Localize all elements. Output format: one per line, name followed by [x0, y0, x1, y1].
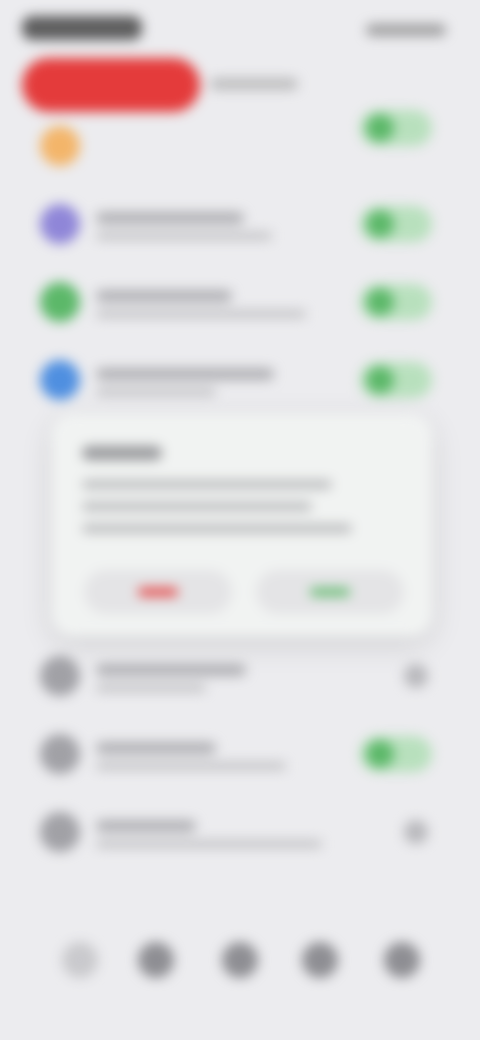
settings-list [0, 108, 480, 420]
nav-icon-1[interactable] [62, 942, 98, 978]
settings-list-lower [0, 638, 480, 872]
confirm-button-label [310, 588, 350, 596]
toggle-knob [366, 288, 394, 316]
status-bar [0, 0, 480, 60]
list-item-title [96, 212, 244, 224]
toggle-switch[interactable] [360, 736, 432, 772]
toggle-knob [366, 740, 394, 768]
dialog-title [82, 446, 162, 460]
list-item-title [96, 820, 196, 832]
list-item-subtitle [96, 232, 272, 240]
list-item-subtitle [96, 684, 206, 692]
dialog-body-line [82, 480, 332, 489]
status-bar-time [22, 16, 142, 40]
nav-icon-5[interactable] [384, 942, 420, 978]
app-screen [0, 0, 480, 1040]
modal-dialog [52, 414, 432, 636]
blue-circle-icon [40, 360, 80, 400]
list-item[interactable] [0, 342, 480, 420]
blurred-content [0, 0, 480, 1040]
green-circle-icon [40, 282, 80, 322]
list-item[interactable] [0, 638, 480, 716]
chevron-right-icon[interactable] [404, 820, 428, 844]
dialog-body-line [82, 502, 312, 511]
toggle-knob [366, 114, 394, 142]
list-item-subtitle [96, 840, 322, 848]
purple-circle-icon [40, 204, 80, 244]
status-bar-indicators [366, 24, 446, 36]
list-item-title [96, 368, 274, 380]
bottom-navigation [0, 942, 480, 992]
list-item[interactable] [0, 794, 480, 872]
confirm-button[interactable] [256, 570, 404, 614]
gray-circle-icon [40, 656, 80, 696]
gray-circle-icon [40, 734, 80, 774]
toggle-knob [366, 366, 394, 394]
toggle-switch[interactable] [360, 206, 432, 242]
list-item[interactable] [0, 186, 480, 264]
list-item-subtitle [96, 388, 216, 396]
toggle-knob [366, 210, 394, 238]
gray-circle-icon [40, 812, 80, 852]
nav-icon-4[interactable] [302, 942, 338, 978]
nav-icon-2[interactable] [138, 942, 174, 978]
toggle-switch[interactable] [360, 284, 432, 320]
list-item[interactable] [0, 108, 480, 186]
chevron-right-icon[interactable] [404, 664, 428, 688]
orange-circle-icon [40, 126, 80, 166]
list-item-title [96, 290, 232, 302]
toggle-switch[interactable] [360, 362, 432, 398]
list-item-subtitle [96, 310, 306, 318]
cancel-button[interactable] [84, 570, 232, 614]
list-item-title [96, 742, 216, 754]
cancel-button-label [138, 588, 178, 596]
dialog-body-line [82, 524, 352, 533]
list-item[interactable] [0, 716, 480, 794]
red-banner-button[interactable] [22, 58, 200, 112]
header-title [210, 78, 298, 90]
list-item-subtitle [96, 762, 286, 770]
list-item[interactable] [0, 264, 480, 342]
toggle-switch[interactable] [360, 110, 432, 146]
nav-icon-3[interactable] [222, 942, 258, 978]
list-item-title [96, 664, 246, 676]
